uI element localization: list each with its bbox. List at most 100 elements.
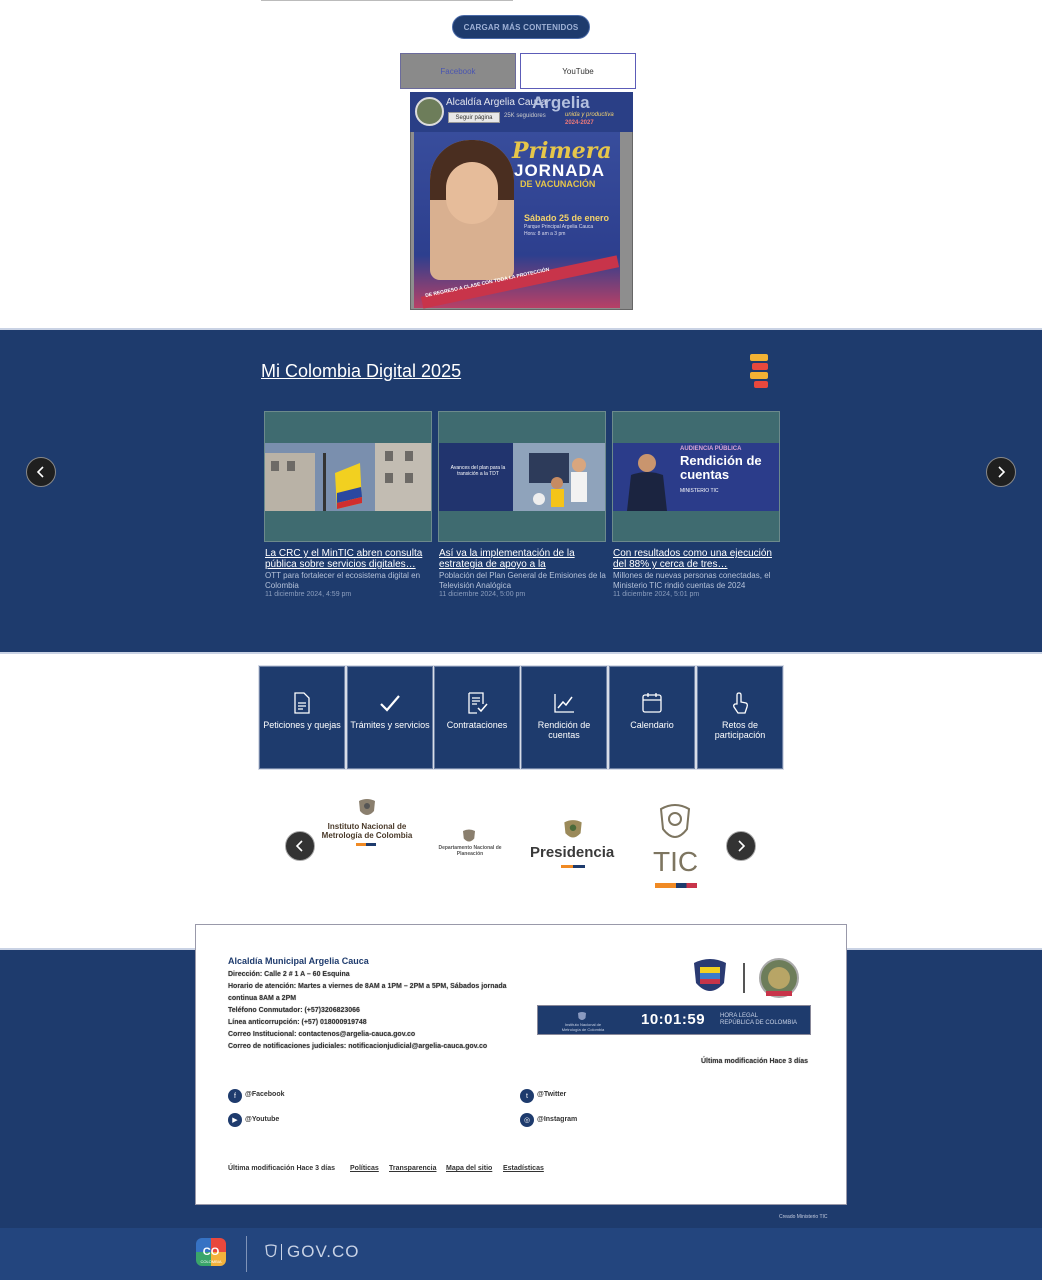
footer-last-modified: Última modificación Hace 3 días <box>228 1165 335 1172</box>
youtube-icon[interactable]: ▶ <box>228 1113 242 1127</box>
facebook-followers: 25K seguidores <box>504 113 546 119</box>
coat-of-arms-icon <box>463 829 475 842</box>
check-icon <box>380 695 400 712</box>
footer-hours: Horario de atención: Martes a viernes de… <box>228 983 507 990</box>
quick-link-calendario[interactable]: Calendario <box>609 666 695 769</box>
footer-link-politicas[interactable]: Políticas <box>350 1165 379 1172</box>
partners-next-button[interactable] <box>726 831 756 861</box>
gov-logo-divider <box>281 1244 282 1260</box>
partners-prev-button[interactable] <box>285 831 315 861</box>
clock-time: 10:01:59 <box>641 1011 706 1028</box>
coat-of-arms-icon <box>359 799 375 815</box>
poster-line-2: JORNADA <box>514 161 606 180</box>
news-card-description: Millones de nuevas personas conectadas, … <box>613 571 771 590</box>
municipal-shield-icon <box>759 958 799 998</box>
quick-link-label: Retos de participación <box>714 720 766 740</box>
partner-presidencia[interactable]: Presidencia <box>530 844 614 861</box>
poster-date: Sábado 25 de enero <box>524 213 610 223</box>
facebook-icon[interactable]: f <box>228 1089 242 1103</box>
social-twitter-link[interactable]: @Twitter <box>537 1091 566 1098</box>
news-card-title[interactable]: Así va la implementación de la estrategi… <box>439 548 607 570</box>
news-card-date: 11 diciembre 2024, 5:01 pm <box>613 591 700 598</box>
footer-judicial-email[interactable]: Correo de notificaciones judiciales: not… <box>228 1043 487 1050</box>
footer-entity-name: Alcaldía Municipal Argelia Cauca <box>228 956 369 966</box>
footer-link-estadisticas[interactable]: Estadísticas <box>503 1165 544 1172</box>
chevron-right-icon <box>998 466 1006 478</box>
social-youtube-link[interactable]: @Youtube <box>245 1116 279 1123</box>
quick-link-retos[interactable]: Retos de participación <box>697 666 783 769</box>
coat-of-arms-icon <box>564 820 582 838</box>
carousel-next-button[interactable] <box>986 457 1016 487</box>
chevron-right-icon <box>738 840 746 852</box>
gov-co-logo[interactable]: GOV.CO <box>287 1242 359 1262</box>
quick-link-label: Calendario <box>630 720 674 730</box>
news-card-title[interactable]: Con resultados como una ejecución del 88… <box>613 548 781 570</box>
clock-sublabel: REPÚBLICA DE COLOMBIA <box>720 1020 798 1026</box>
partner-inm-flag <box>356 843 376 846</box>
footer-link-transparencia[interactable]: Transparencia <box>389 1165 436 1172</box>
quick-link-peticiones[interactable]: Peticiones y quejas <box>259 666 345 769</box>
quick-link-rendicion[interactable]: Rendición de cuentas <box>521 666 607 769</box>
facebook-follow-button[interactable]: Seguir página <box>448 112 500 123</box>
news-card-description: Población del Plan General de Emisiones … <box>439 571 606 590</box>
colombia-coat-of-arms-icon <box>694 959 726 991</box>
partner-inm[interactable]: Instituto Nacional de Metrología de Colo… <box>318 822 416 840</box>
quick-link-label: Rendición de cuentas <box>537 720 591 740</box>
news-card-description: OTT para fortalecer el ecosistema digita… <box>265 571 421 590</box>
quick-link-label: Trámites y servicios <box>350 720 430 730</box>
news-card-title[interactable]: La CRC y el MinTIC abren consulta públic… <box>265 548 433 570</box>
footer-logo-divider <box>743 963 745 993</box>
partner-presidencia-flag <box>561 865 585 868</box>
colombia-digital-logo <box>750 354 768 388</box>
chart-line-icon <box>554 694 574 713</box>
quick-link-tramites[interactable]: Trámites y servicios <box>347 666 433 769</box>
news-card-image <box>265 443 431 511</box>
document-icon <box>294 692 310 714</box>
poster-line-3: DE VACUNACIÓN <box>520 179 596 189</box>
gov-co-bar <box>0 1228 1042 1280</box>
news-card-image-caption: Avances del plan para la transición a la… <box>450 465 506 477</box>
divider-line <box>261 0 513 1</box>
facebook-page-avatar[interactable] <box>415 97 444 126</box>
social-facebook-link[interactable]: @Facebook <box>245 1091 285 1098</box>
footer-phone: Teléfono Conmutador: (+57)3206823066 <box>228 1007 360 1014</box>
contract-icon <box>468 692 488 714</box>
footer-anticorruption-line: Línea anticorrupción: (+57) 018000919748 <box>228 1019 367 1026</box>
poster-child-face <box>446 162 498 224</box>
hand-pointer-icon <box>733 692 748 714</box>
footer-email[interactable]: Correo Institucional: contactenos@argeli… <box>228 1031 415 1038</box>
poster-place: Parque Principal Argelia Cauca Hora: 8 a… <box>524 224 594 237</box>
facebook-cover-brand: Argelia <box>532 93 590 112</box>
chevron-left-icon <box>36 466 44 478</box>
partner-tic[interactable]: TIC <box>653 846 698 878</box>
carousel-prev-button[interactable] <box>26 457 56 487</box>
footer-last-modified-right: Última modificación Hace 3 días <box>701 1058 808 1065</box>
facebook-cover-subtitle: unida y productiva <box>565 112 614 118</box>
news-card[interactable] <box>264 411 432 542</box>
news-card-date: 11 diciembre 2024, 5:00 pm <box>439 591 526 598</box>
tab-youtube[interactable]: YouTube <box>520 53 636 89</box>
news-card-date: 11 diciembre 2024, 4:59 pm <box>265 591 352 598</box>
news-card-image-kicker: AUDIENCIA PÚBLICA <box>680 446 742 452</box>
partner-tic-flag <box>655 883 697 888</box>
calendar-icon <box>642 693 662 713</box>
quick-link-label: Peticiones y quejas <box>263 720 341 730</box>
partner-planeacion[interactable]: Departamento Nacional de Planeación <box>436 845 504 857</box>
facebook-cover-years: 2024-2027 <box>565 120 594 126</box>
social-instagram-link[interactable]: @Instagram <box>537 1116 577 1123</box>
footer-credit: Creado Ministerio TIC <box>779 1214 828 1220</box>
clock-label: HORA LEGAL <box>720 1013 759 1019</box>
news-card-image-footer: MINISTERIO TIC <box>680 488 719 494</box>
digital-section-title[interactable]: Mi Colombia Digital 2025 <box>261 361 461 382</box>
instagram-icon[interactable]: ◎ <box>520 1113 534 1127</box>
news-card-image-headline: Rendición de cuentas <box>680 453 762 482</box>
footer-link-mapa-sitio[interactable]: Mapa del sitio <box>446 1165 492 1172</box>
footer-address: Dirección: Calle 2 # 1 A – 60 Esquina <box>228 971 350 978</box>
tab-facebook[interactable]: Facebook <box>400 53 516 89</box>
quick-link-contrataciones[interactable]: Contrataciones <box>434 666 520 769</box>
footer-hours-continued: continua 8AM a 2PM <box>228 995 297 1002</box>
clock-inm-label: Instituto Nacional de Metrología de Colo… <box>561 1022 605 1032</box>
shield-icon <box>265 1244 277 1258</box>
twitter-icon[interactable]: t <box>520 1089 534 1103</box>
load-more-button[interactable]: CARGAR MÁS CONTENIDOS <box>452 15 590 39</box>
